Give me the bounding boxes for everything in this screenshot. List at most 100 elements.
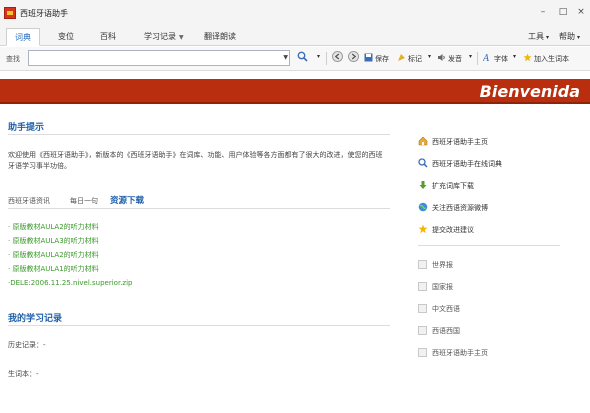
font-icon: A — [483, 54, 490, 62]
search-button[interactable] — [297, 51, 310, 63]
speaker-icon — [438, 54, 445, 61]
save-icon — [364, 53, 373, 62]
download-link[interactable]: · 原版教材AULA2的听力材料 — [8, 222, 99, 232]
site-label: 世界报 — [432, 261, 453, 269]
bookmark-button[interactable]: 标记 — [397, 53, 422, 64]
font-dropdown-icon[interactable]: ▾ — [513, 53, 516, 60]
forward-button[interactable] — [348, 51, 359, 64]
site-icon — [418, 326, 427, 335]
site-link[interactable]: 西班牙语助手主页 — [418, 348, 488, 358]
search-history-dropdown-icon[interactable]: ▼ — [283, 54, 288, 61]
site-icon — [418, 282, 427, 291]
save-button[interactable]: 保存 — [364, 53, 389, 64]
title-bar: 西班牙语助手 – □ × — [0, 0, 590, 26]
tab-label: 学习记录 — [144, 32, 176, 41]
vocab-book: 生词本：- — [8, 370, 39, 378]
history-record: 历史记录：- — [8, 341, 46, 349]
search-box[interactable]: ▼ — [28, 50, 290, 66]
chevron-down-icon: ▾ — [546, 34, 550, 41]
forward-arrow-icon — [348, 51, 359, 62]
site-label: 西语西国 — [432, 327, 460, 335]
search-input[interactable] — [29, 51, 277, 65]
download-link[interactable]: · 原版教材AULA1的听力材料 — [8, 264, 99, 274]
welcome-banner: Bienvenida — [0, 79, 590, 104]
subtab-daily-sentence[interactable]: 每日一句 — [70, 196, 98, 206]
tab-bar: 词典 变位 百科 学习记录 ▼ 翻译朗读 工具 ▾ 帮助 ▾ — [0, 26, 590, 46]
save-label: 保存 — [375, 55, 389, 63]
link-follow-weibo[interactable]: 关注西语资源微博 — [418, 202, 488, 213]
tips-text: 欢迎使用《西班牙语助手》，新版本的《西班牙语助手》在词库、功能、用户体验等各方面… — [8, 151, 383, 170]
svg-text:A: A — [483, 54, 490, 62]
tab-label: 词典 — [15, 33, 31, 42]
divider — [8, 208, 390, 209]
close-button[interactable]: × — [574, 5, 588, 19]
site-label: 西班牙语助手主页 — [432, 349, 488, 357]
link-submit-feedback[interactable]: 提交改进建议 — [418, 224, 474, 235]
site-icon — [418, 348, 427, 357]
bookmark-icon — [398, 54, 405, 61]
star-icon — [523, 53, 532, 62]
link-homepage[interactable]: 西班牙语助手主页 — [418, 136, 488, 147]
tools-menu[interactable]: 工具 ▾ — [528, 31, 549, 42]
search-icon — [418, 158, 428, 168]
search-icon — [297, 51, 308, 62]
add-vocab-button[interactable]: 加入生词本 — [523, 53, 569, 64]
tab-label: 翻译朗读 — [204, 32, 236, 41]
site-icon — [418, 304, 427, 313]
tab-study-record[interactable]: 学习记录 ▼ — [136, 28, 192, 46]
download-link[interactable]: ·DELE:2006.11.25.nivel.superior.zip — [8, 279, 133, 287]
search-toolbar: 查找 ▼ ▾ 保存 标记 ▾ 发音 ▾ A 字体 ▾ 加入生词本 — [0, 47, 590, 71]
search-options-dropdown-icon[interactable]: ▾ — [317, 53, 320, 60]
add-vocab-label: 加入生词本 — [534, 55, 569, 63]
divider — [8, 325, 390, 326]
tab-conjugation[interactable]: 变位 — [50, 28, 82, 46]
window-title: 西班牙语助手 — [20, 9, 68, 18]
tab-label: 百科 — [100, 32, 116, 41]
bookmark-dropdown-icon[interactable]: ▾ — [428, 53, 431, 60]
tab-translate-read[interactable]: 翻译朗读 — [196, 28, 244, 46]
link-online-dictionary[interactable]: 西班牙语助手在线词典 — [418, 158, 502, 169]
site-label: 国家报 — [432, 283, 453, 291]
tools-menu-label: 工具 — [528, 32, 544, 41]
divider — [418, 245, 560, 246]
home-icon — [418, 136, 428, 146]
minimize-button[interactable]: – — [536, 5, 550, 19]
link-expand-library[interactable]: 扩充词库下载 — [418, 180, 474, 191]
help-menu[interactable]: 帮助 ▾ — [559, 31, 580, 42]
font-label: 字体 — [494, 55, 508, 63]
subtab-spanish-news[interactable]: 西班牙语资讯 — [8, 196, 50, 206]
bookmark-label: 标记 — [408, 55, 422, 63]
globe-icon — [418, 202, 428, 212]
font-button[interactable]: A 字体 — [483, 53, 508, 64]
app-logo-icon — [4, 7, 16, 19]
back-arrow-icon — [332, 51, 343, 62]
back-button[interactable] — [332, 51, 343, 64]
tab-dictionary[interactable]: 词典 — [6, 28, 40, 46]
maximize-button[interactable]: □ — [556, 5, 570, 19]
link-label: 关注西语资源微博 — [432, 204, 488, 212]
download-link[interactable]: · 原版教材AULA2的听力材料 — [8, 250, 99, 260]
link-label: 西班牙语助手在线词典 — [432, 160, 502, 168]
help-menu-label: 帮助 — [559, 32, 575, 41]
site-label: 中文西语 — [432, 305, 460, 313]
banner-title: Bienvenida — [479, 82, 580, 101]
study-record-title: 我的学习记录 — [8, 314, 63, 324]
tips-title: 助手提示 — [8, 123, 45, 133]
link-label: 提交改进建议 — [432, 226, 474, 234]
tab-encyclopedia[interactable]: 百科 — [92, 28, 124, 46]
site-link[interactable]: 世界报 — [418, 260, 453, 270]
search-label: 查找 — [6, 55, 20, 63]
tab-label: 变位 — [58, 32, 74, 41]
chevron-down-icon: ▾ — [577, 34, 581, 41]
download-icon — [419, 181, 427, 189]
toolbar-divider — [326, 52, 327, 65]
site-link[interactable]: 西语西国 — [418, 326, 460, 336]
site-link[interactable]: 中文西语 — [418, 304, 460, 314]
link-label: 西班牙语助手主页 — [432, 138, 488, 146]
site-link[interactable]: 国家报 — [418, 282, 453, 292]
toolbar-divider — [477, 52, 478, 65]
pronounce-dropdown-icon[interactable]: ▾ — [469, 53, 472, 60]
subtab-resource-download[interactable]: 资源下载 — [110, 194, 144, 206]
pronounce-button[interactable]: 发音 — [437, 53, 462, 64]
download-link[interactable]: · 原版教材AULA3的听力材料 — [8, 236, 99, 246]
